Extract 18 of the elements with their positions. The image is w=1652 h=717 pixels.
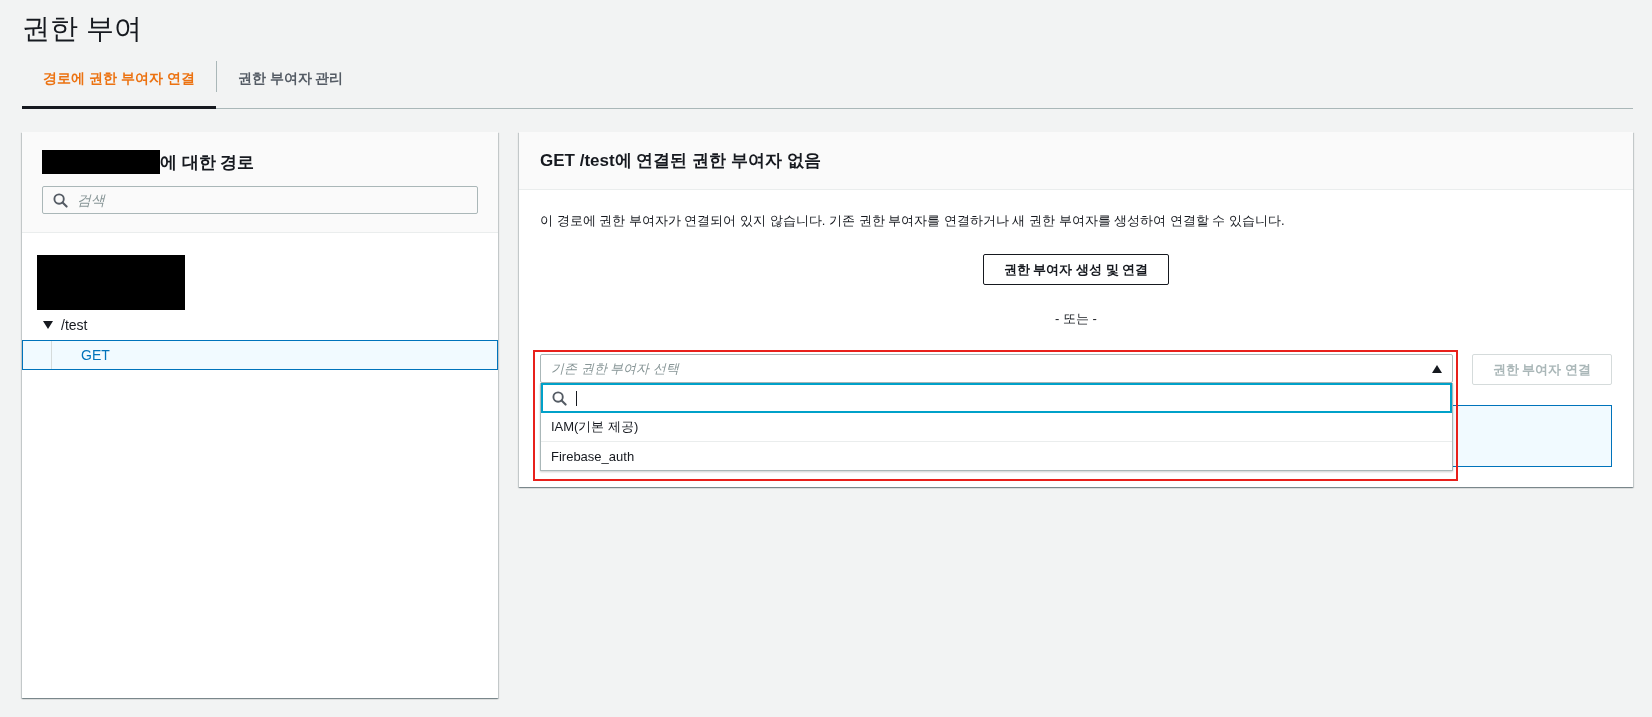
expand-toggle-icon[interactable] bbox=[43, 321, 53, 329]
authorizer-dropdown[interactable]: 기존 권한 부여자 선택 bbox=[540, 354, 1453, 383]
search-field[interactable] bbox=[541, 383, 1452, 413]
tab[interactable]: 권한 부여자 관리 bbox=[216, 51, 365, 109]
separator-text: - 또는 - bbox=[1054, 310, 1098, 328]
panel-title: 에 대한 경로 bbox=[160, 151, 255, 174]
text-cursor bbox=[576, 390, 577, 406]
page-title: 권한 부여 bbox=[21, 12, 143, 46]
dropdown-option[interactable]: Firebase_auth bbox=[541, 442, 1452, 470]
tree-item[interactable]: /test bbox=[61, 317, 88, 333]
search-icon bbox=[53, 193, 68, 208]
dropdown-option[interactable]: IAM(기본 제공) bbox=[541, 413, 1452, 442]
search-icon bbox=[552, 390, 567, 406]
search-field[interactable]: 검색 bbox=[42, 186, 478, 214]
description-text: 이 경로에 권한 부여자가 연결되어 있지 않습니다. 기존 권한 부여자를 연결하거나 새 권한 부여자를 생성하여 연결할 수 있습니다. bbox=[540, 212, 1286, 230]
tree-item[interactable]: GET bbox=[22, 340, 498, 370]
create-authorizer-button[interactable]: 권한 부여자 생성 및 연결 bbox=[982, 254, 1170, 285]
panel-title: GET /test에 연결된 권한 부여자 없음 bbox=[519, 132, 1633, 190]
